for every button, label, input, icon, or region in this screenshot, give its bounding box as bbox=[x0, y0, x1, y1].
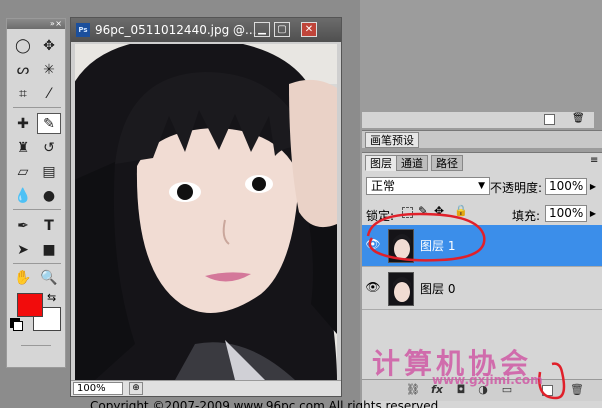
foreground-color-swatch[interactable] bbox=[17, 293, 43, 317]
annotation-ellipse-new-layer-button bbox=[538, 362, 566, 400]
copyright-text: Copyright ©2007-2009 www.96pc.com All ri… bbox=[90, 399, 439, 408]
annotation-ellipse-layer bbox=[366, 212, 486, 262]
watermark-url: www.gxjimi.com bbox=[432, 373, 543, 387]
